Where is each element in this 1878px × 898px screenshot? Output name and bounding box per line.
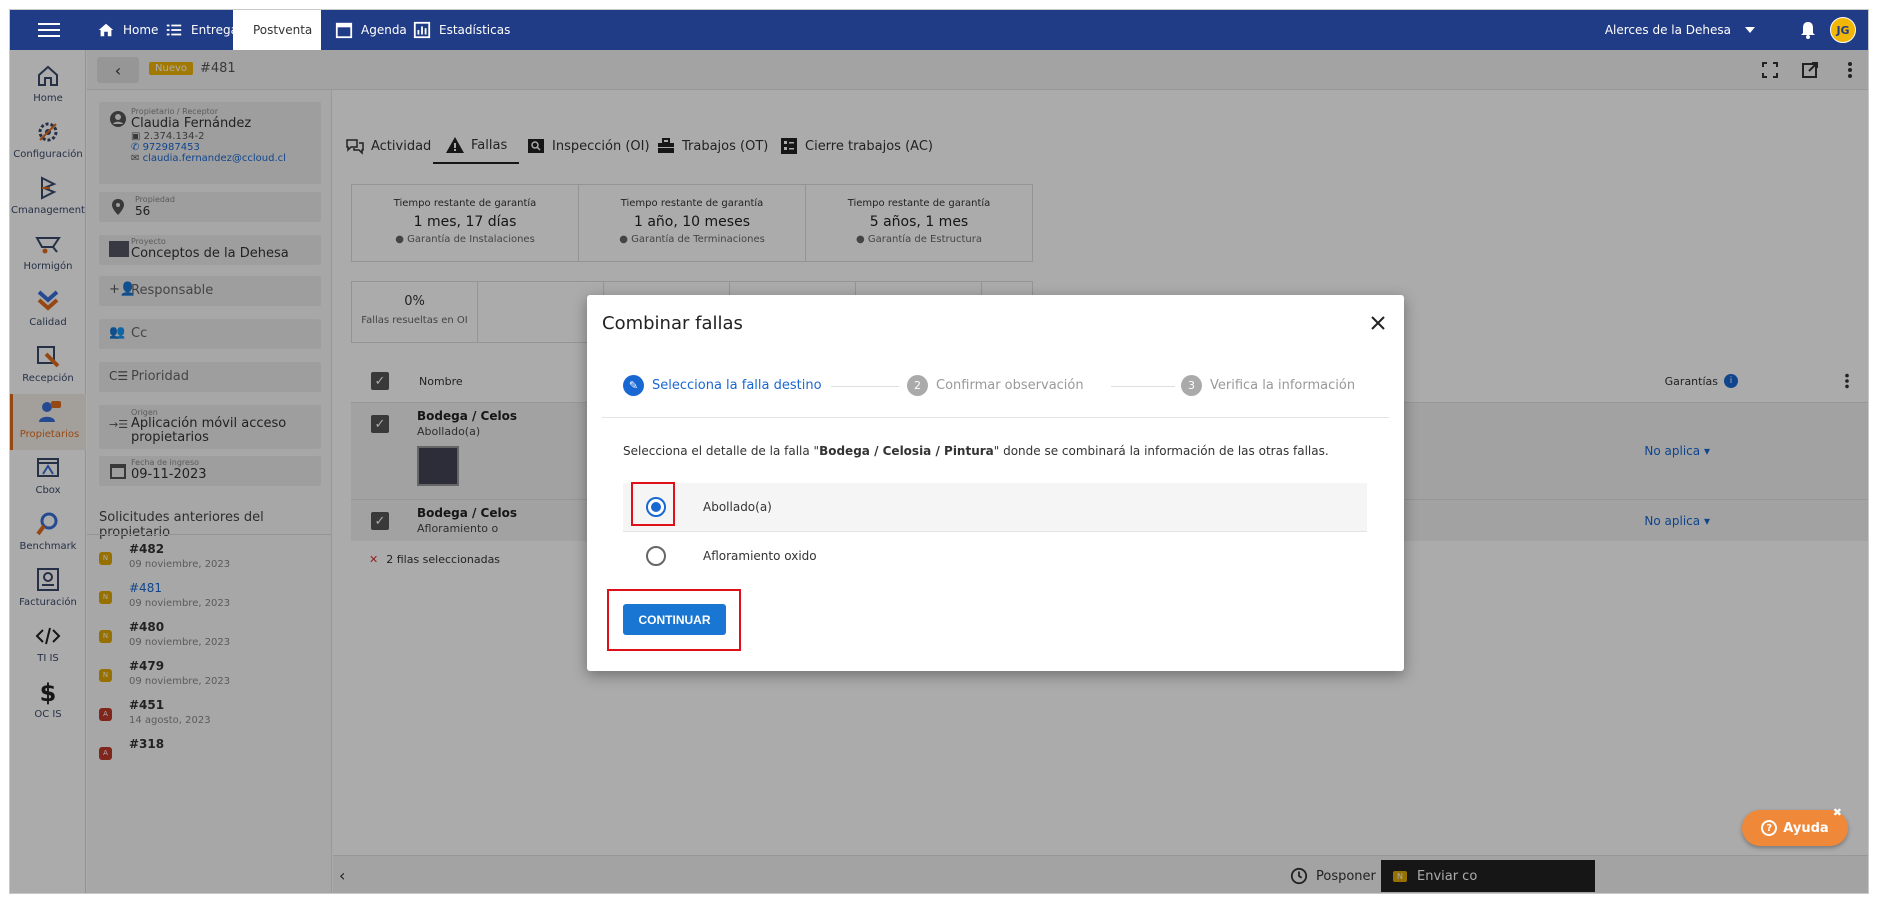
bell-icon[interactable] [1798,20,1818,40]
nav-tab-postventa[interactable]: Postventa [233,10,321,50]
desc-suffix: " donde se combinará la información de l… [993,444,1329,458]
dialog-title: Combinar fallas [602,313,743,334]
dialog-divider [602,417,1389,418]
nav-tab-estadisticas[interactable]: Estadísticas [401,10,522,50]
menu-icon[interactable] [38,19,60,41]
org-selector[interactable]: Alerces de la Dehesa [1605,10,1755,50]
calendar-icon [335,22,353,39]
close-icon[interactable] [1368,313,1388,333]
help-icon: ? [1761,820,1778,836]
close-help-icon[interactable]: ✖ [1833,806,1842,819]
desc-failure-name: Bodega / Celosia / Pintura [819,444,994,458]
dialog-description: Selecciona el detalle de la falla "Bodeg… [623,444,1329,458]
help-label: Ayuda [1783,820,1829,836]
radio-afloramiento[interactable] [646,546,666,566]
nav-tab-label: Postventa [253,23,313,37]
option-abollado[interactable]: Abollado(a) [623,483,1367,532]
org-name: Alerces de la Dehesa [1604,23,1731,37]
step-label: Selecciona la falla destino [652,378,822,393]
pencil-icon: ✎ [623,375,644,396]
caret-down-icon [1745,27,1755,33]
home-icon [98,23,114,37]
step-label: Confirmar observación [936,378,1084,393]
chart-icon [413,21,431,39]
option-afloramiento[interactable]: Afloramiento oxido [623,532,1367,581]
step-divider [831,386,899,387]
list-icon [166,24,182,36]
step-number: 2 [907,375,928,396]
top-navbar: Home Entregas Postventa Agenda Estadísti… [10,10,1868,50]
nav-tab-label: Agenda [361,23,407,37]
avatar[interactable]: JG [1830,17,1856,43]
highlight-box-continue [607,589,741,651]
option-label: Abollado(a) [703,500,772,514]
option-label: Afloramiento oxido [703,549,817,563]
step-label: Verifica la información [1210,378,1356,393]
combine-failures-dialog: Combinar fallas ✎ Selecciona la falla de… [587,295,1404,671]
help-button[interactable]: ? Ayuda ✖ [1742,806,1848,846]
nav-tab-label: Estadísticas [439,23,511,37]
step-verifica: 3 Verifica la información [1181,375,1355,396]
step-divider [1111,386,1175,387]
app-window: Home Entregas Postventa Agenda Estadísti… [9,9,1869,894]
step-number: 3 [1181,375,1202,396]
step-selecciona: ✎ Selecciona la falla destino [623,375,822,396]
desc-prefix: Selecciona el detalle de la falla " [623,444,820,458]
step-confirmar: 2 Confirmar observación [907,375,1084,396]
highlight-box-radio [631,482,675,526]
